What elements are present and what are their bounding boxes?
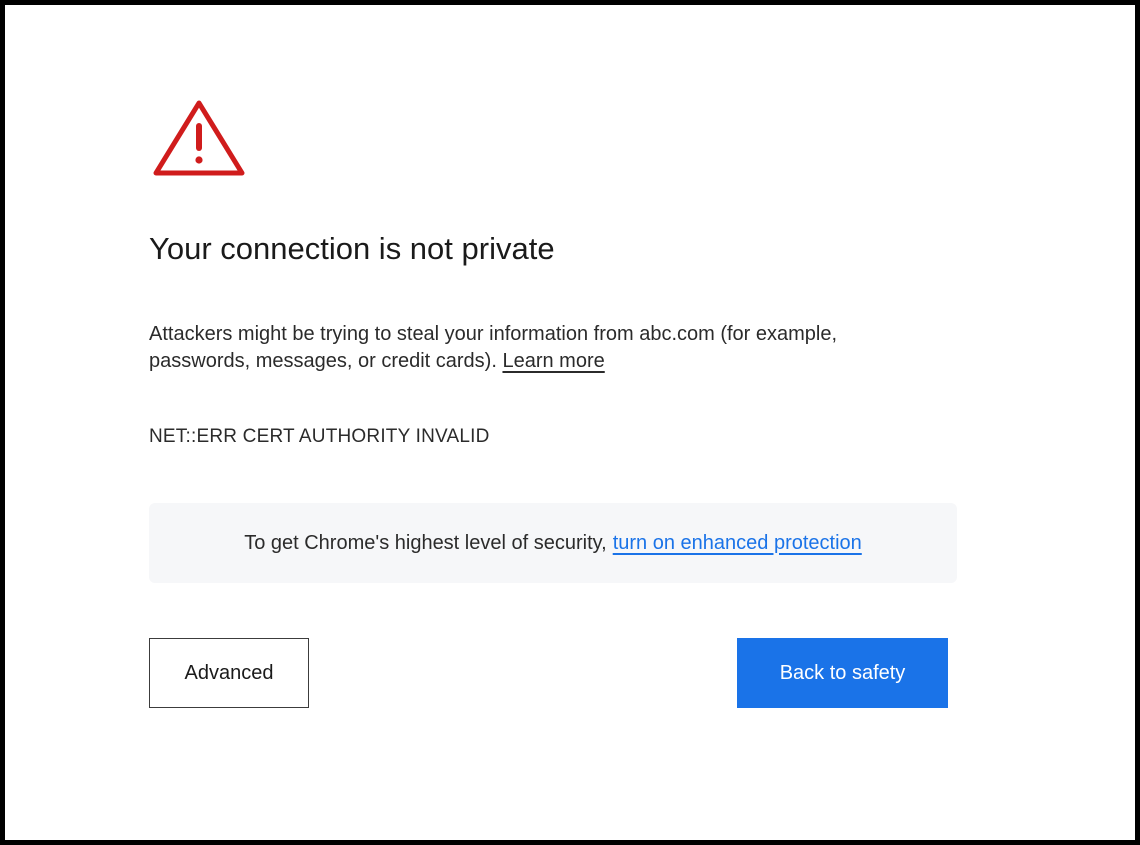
back-to-safety-button[interactable]: Back to safety <box>737 638 948 708</box>
protection-text: To get Chrome's highest level of securit… <box>244 531 607 554</box>
advanced-button[interactable]: Advanced <box>149 638 309 708</box>
error-code: NET::ERR CERT AUTHORITY INVALID <box>149 426 490 447</box>
warning-triangle-icon <box>150 97 248 179</box>
description-text: Attackers might be trying to steal your … <box>149 321 889 375</box>
enhanced-protection-banner: To get Chrome's highest level of securit… <box>149 503 957 583</box>
interstitial-page: Your connection is not private Attackers… <box>5 5 1135 840</box>
page-title: Your connection is not private <box>149 231 555 266</box>
enhanced-protection-link[interactable]: turn on enhanced protection <box>613 532 862 555</box>
learn-more-link[interactable]: Learn more <box>502 350 604 372</box>
description-body: Attackers might be trying to steal your … <box>149 323 838 372</box>
